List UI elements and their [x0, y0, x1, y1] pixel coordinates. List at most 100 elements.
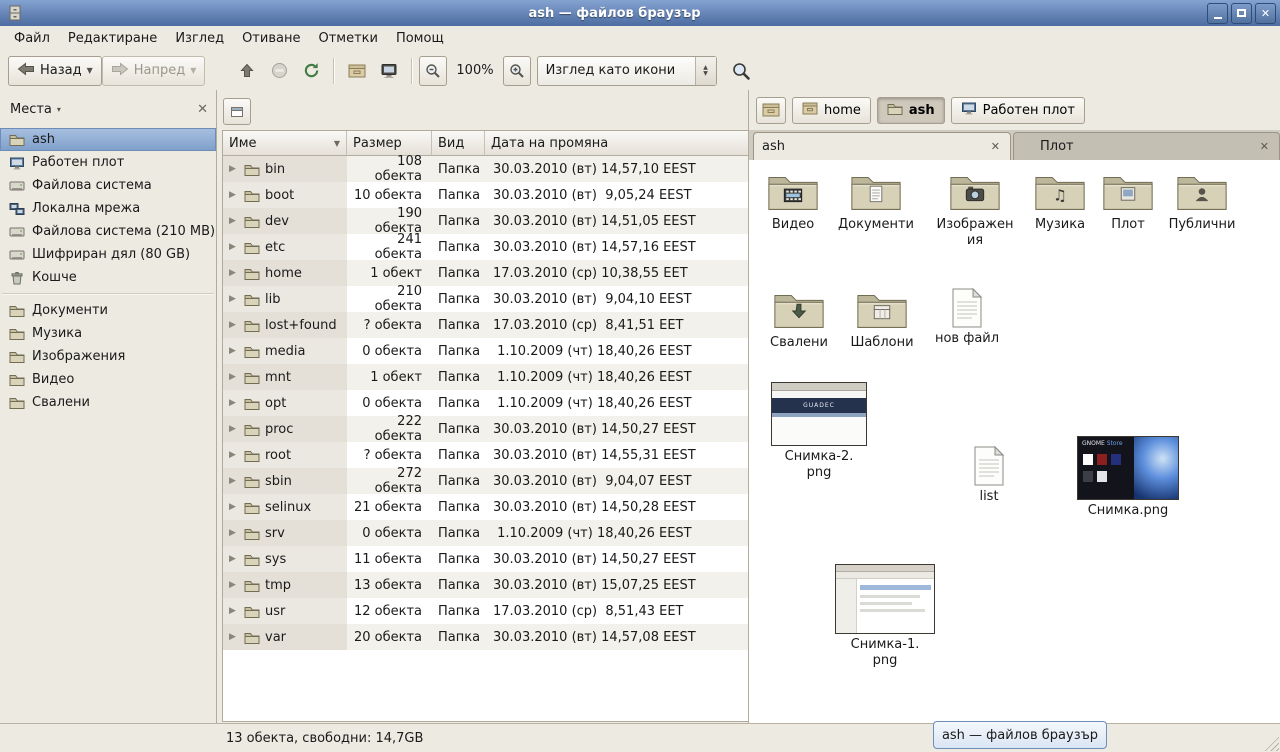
forward-button[interactable]: Напред ▼	[102, 56, 206, 86]
table-row[interactable]: ▶srv0 обектаПапка 1.10.2009 (чт) 18,40,2…	[223, 520, 748, 546]
sidebar-item[interactable]: Изображения	[0, 345, 216, 368]
sidebar-item[interactable]: Работен плот	[0, 151, 216, 174]
table-row[interactable]: ▶sbin272 обектаПапка30.03.2010 (вт) 9,04…	[223, 468, 748, 494]
combo-stepper-icon[interactable]: ▲▼	[695, 57, 716, 85]
expander-icon[interactable]: ▶	[229, 242, 239, 252]
icon-item[interactable]: GNOME StoreСнимка.png	[1075, 436, 1181, 519]
table-row[interactable]: ▶proc222 обектаПапка30.03.2010 (вт) 14,5…	[223, 416, 748, 442]
table-row[interactable]: ▶opt0 обектаПапка 1.10.2009 (чт) 18,40,2…	[223, 390, 748, 416]
expander-icon[interactable]: ▶	[229, 346, 239, 356]
home-button[interactable]	[341, 55, 373, 87]
expander-icon[interactable]: ▶	[229, 528, 239, 538]
expander-icon[interactable]: ▶	[229, 164, 239, 174]
column-header-date[interactable]: Дата на промяна	[485, 131, 748, 156]
icon-item[interactable]: Снимка-1. png	[833, 564, 937, 668]
icon-item[interactable]: ♫Музика	[1027, 170, 1093, 233]
breadcrumb[interactable]: Работен плот	[951, 97, 1085, 124]
icon-item[interactable]: Документи	[833, 170, 919, 233]
table-row[interactable]: ▶sys11 обектаПапка30.03.2010 (вт) 14,50,…	[223, 546, 748, 572]
maximize-button[interactable]	[1231, 3, 1252, 24]
expander-icon[interactable]: ▶	[229, 190, 239, 200]
sidebar-item[interactable]: Видео	[0, 368, 216, 391]
expander-icon[interactable]: ▶	[229, 398, 239, 408]
menu-item[interactable]: Файл	[5, 28, 59, 49]
sidebar-item[interactable]: Музика	[0, 322, 216, 345]
close-button[interactable]: ✕	[1255, 3, 1276, 24]
pathbar-root-button[interactable]	[756, 97, 786, 124]
expander-icon[interactable]: ▶	[229, 632, 239, 642]
column-header-size[interactable]: Размер	[347, 131, 432, 156]
sidebar-item[interactable]: Файлова система (210 MB)	[0, 220, 216, 243]
icon-item[interactable]: Публични	[1163, 170, 1241, 233]
sidebar-item[interactable]: ash	[0, 128, 216, 151]
minimize-button[interactable]	[1207, 3, 1228, 24]
icon-item[interactable]: Видео	[761, 170, 825, 233]
column-header-type[interactable]: Вид	[432, 131, 485, 156]
icon-canvas[interactable]: ВидеоДокументи Изображен ия♫МузикаПлотПуб…	[749, 160, 1280, 724]
expander-icon[interactable]: ▶	[229, 554, 239, 564]
table-row[interactable]: ▶selinux21 обектаПапка30.03.2010 (вт) 14…	[223, 494, 748, 520]
expander-icon[interactable]: ▶	[229, 268, 239, 278]
search-button[interactable]	[725, 55, 757, 87]
table-row[interactable]: ▶lib210 обектаПапка30.03.2010 (вт) 9,04,…	[223, 286, 748, 312]
icon-item[interactable]: Плот	[1099, 170, 1157, 233]
tasklist-button[interactable]: ash — файлов браузър	[933, 721, 1107, 749]
sidebar-item[interactable]: Свалени	[0, 391, 216, 414]
expander-icon[interactable]: ▶	[229, 372, 239, 382]
reload-button[interactable]	[295, 55, 327, 87]
icon-item[interactable]: Шаблони	[846, 288, 918, 351]
expander-icon[interactable]: ▶	[229, 320, 239, 330]
expander-icon[interactable]: ▶	[229, 580, 239, 590]
icon-item[interactable]: GUADECСнимка-2. png	[769, 382, 869, 480]
expander-icon[interactable]: ▶	[229, 424, 239, 434]
icon-item[interactable]: нов файл	[931, 288, 1003, 347]
zoom-out-button[interactable]	[419, 56, 447, 86]
table-row[interactable]: ▶tmp13 обектаПапка30.03.2010 (вт) 15,07,…	[223, 572, 748, 598]
table-row[interactable]: ▶dev190 обектаПапка30.03.2010 (вт) 14,51…	[223, 208, 748, 234]
tab-close-icon[interactable]: ✕	[1258, 140, 1271, 153]
sidebar-item[interactable]: Шифриран дял (80 GB)	[0, 243, 216, 266]
sidebar-item[interactable]: Файлова система	[0, 174, 216, 197]
table-row[interactable]: ▶mnt1 обектПапка 1.10.2009 (чт) 18,40,26…	[223, 364, 748, 390]
zoom-in-button[interactable]	[503, 56, 531, 86]
table-row[interactable]: ▶boot10 обектаПапка30.03.2010 (вт) 9,05,…	[223, 182, 748, 208]
menu-item[interactable]: Отметки	[309, 28, 386, 49]
places-selector[interactable]: Места ▾	[10, 102, 61, 117]
expander-icon[interactable]: ▶	[229, 502, 239, 512]
expander-icon[interactable]: ▶	[229, 606, 239, 616]
sidebar-item[interactable]: Кошче	[0, 266, 216, 289]
menu-item[interactable]: Помощ	[387, 28, 453, 49]
table-row[interactable]: ▶media0 обектаПапка 1.10.2009 (чт) 18,40…	[223, 338, 748, 364]
menu-item[interactable]: Изглед	[166, 28, 233, 49]
sidebar-item[interactable]: Документи	[0, 299, 216, 322]
tab[interactable]: Плот✕	[1013, 132, 1280, 160]
table-row[interactable]: ▶lost+found? обектаПапка17.03.2010 (ср) …	[223, 312, 748, 338]
tab-close-icon[interactable]: ✕	[989, 140, 1002, 153]
sidebar-item[interactable]: Локална мрежа	[0, 197, 216, 220]
places-close-button[interactable]: ✕	[197, 102, 208, 117]
pane-toggle-button[interactable]	[223, 98, 251, 125]
breadcrumb[interactable]: home	[792, 97, 871, 124]
icon-item[interactable]: Изображен ия	[935, 170, 1015, 248]
icon-item[interactable]: Свалени	[765, 288, 833, 351]
expander-icon[interactable]: ▶	[229, 294, 239, 304]
table-row[interactable]: ▶bin108 обектаПапка30.03.2010 (вт) 14,57…	[223, 156, 748, 182]
table-row[interactable]: ▶home1 обектПапка17.03.2010 (ср) 10,38,5…	[223, 260, 748, 286]
back-history-chevron-icon[interactable]: ▼	[87, 66, 93, 75]
menu-item[interactable]: Редактиране	[59, 28, 166, 49]
stop-button[interactable]	[263, 55, 295, 87]
column-header-name[interactable]: Име ▼	[223, 131, 347, 156]
table-row[interactable]: ▶usr12 обектаПапка17.03.2010 (ср) 8,51,4…	[223, 598, 748, 624]
breadcrumb[interactable]: ash	[877, 97, 945, 124]
expander-icon[interactable]: ▶	[229, 476, 239, 486]
titlebar[interactable]: ash — файлов браузър ✕	[0, 0, 1280, 26]
menu-item[interactable]: Отиване	[233, 28, 309, 49]
expander-icon[interactable]: ▶	[229, 216, 239, 226]
icon-item[interactable]: list	[961, 446, 1017, 505]
expander-icon[interactable]: ▶	[229, 450, 239, 460]
table-row[interactable]: ▶etc241 обектаПапка30.03.2010 (вт) 14,57…	[223, 234, 748, 260]
table-row[interactable]: ▶root? обектаПапка30.03.2010 (вт) 14,55,…	[223, 442, 748, 468]
up-button[interactable]	[231, 55, 263, 87]
tab[interactable]: ash✕	[753, 132, 1011, 160]
table-row[interactable]: ▶var20 обектаПапка30.03.2010 (вт) 14,57,…	[223, 624, 748, 650]
